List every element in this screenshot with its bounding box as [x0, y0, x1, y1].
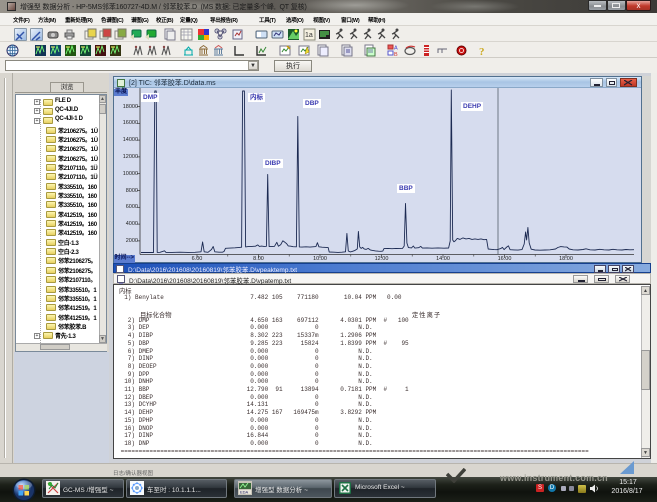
svg-text:1a: 1a: [305, 32, 313, 39]
svg-text:A: A: [394, 46, 398, 52]
svg-text:EDA: EDA: [240, 490, 249, 495]
svg-text:B: B: [394, 52, 398, 57]
svg-text:?: ?: [479, 46, 485, 57]
